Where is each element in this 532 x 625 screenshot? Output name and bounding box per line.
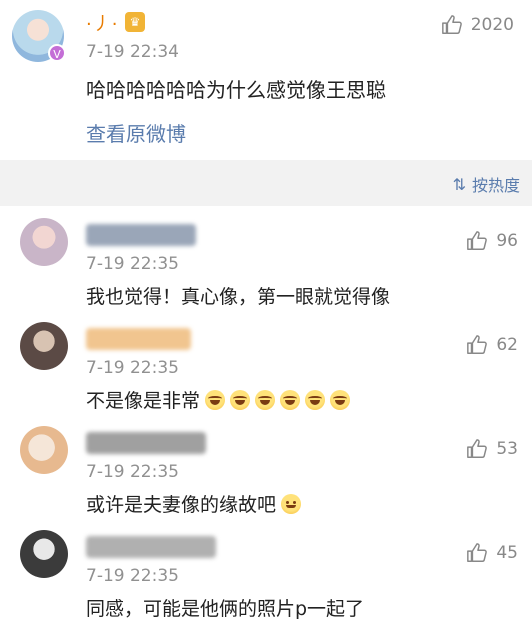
comment-like-button[interactable]: 45 — [466, 542, 518, 564]
laugh-emoji-icon — [255, 389, 276, 410]
comment-like-count: 45 — [496, 543, 518, 563]
blurred-username — [86, 536, 216, 558]
blurred-username — [86, 224, 196, 246]
laugh-emoji-icon — [205, 389, 226, 410]
laugh-emoji-icon — [305, 389, 326, 410]
comment-time: 7-19 22:35 — [86, 566, 179, 586]
comment-text-row: 或许是夫妻像的缘故吧 — [86, 490, 302, 517]
post-card: V ·丿· ♛ 7-19 22:34 2020 哈哈哈哈哈哈为什么感觉像王思聪 … — [0, 0, 532, 160]
comment-text: 不是像是非常 — [86, 390, 201, 412]
crown-icon: ♛ — [125, 12, 145, 32]
comment-time: 7-19 22:35 — [86, 462, 179, 482]
comment-like-count: 62 — [496, 335, 518, 355]
thumbs-up-icon — [467, 439, 488, 458]
comment-text: 同感，可能是他俩的照片p一起了 — [86, 598, 365, 620]
comment-like-count: 96 — [496, 231, 518, 251]
post-time: 7-19 22:34 — [86, 42, 179, 62]
comment-like-count: 53 — [496, 439, 518, 459]
post-text: 哈哈哈哈哈哈为什么感觉像王思聪 — [86, 78, 386, 102]
view-original-link[interactable]: 查看原微博 — [86, 118, 186, 147]
avatar[interactable] — [20, 530, 68, 578]
comment-like-button[interactable]: 53 — [466, 438, 518, 460]
blurred-username — [86, 328, 191, 350]
thumbs-up-icon — [441, 15, 462, 34]
comment-text: 我也觉得！真心像，第一眼就觉得像 — [86, 286, 391, 308]
comment-item: 7-19 22:35 45 同感，可能是他俩的照片p一起了 — [0, 524, 532, 624]
post-like-button[interactable]: 2020 — [441, 14, 514, 36]
comment-text: 或许是夫妻像的缘故吧 — [86, 494, 277, 516]
post-like-count: 2020 — [470, 15, 514, 35]
comment-item: 7-19 22:35 62 不是像是非常 — [0, 316, 532, 416]
comment-like-button[interactable]: 62 — [466, 334, 518, 356]
comment-like-button[interactable]: 96 — [466, 230, 518, 252]
smile-emoji-icon — [281, 493, 302, 514]
comment-text-row: 不是像是非常 — [86, 386, 351, 413]
thumbs-up-icon — [467, 335, 488, 354]
thumbs-up-icon — [467, 543, 488, 562]
avatar[interactable] — [20, 218, 68, 266]
laugh-emoji-icon — [230, 389, 251, 410]
blurred-username — [86, 432, 206, 454]
comment-item: 7-19 22:35 53 或许是夫妻像的缘故吧 — [0, 420, 532, 520]
comment-list: 7-19 22:35 96 我也觉得！真心像，第一眼就觉得像 7-19 22:3… — [0, 206, 532, 625]
comment-item: 7-19 22:35 96 我也觉得！真心像，第一眼就觉得像 — [0, 212, 532, 312]
laugh-emoji-icon — [330, 389, 351, 410]
comment-time: 7-19 22:35 — [86, 358, 179, 378]
avatar[interactable] — [20, 322, 68, 370]
sort-label: 按热度 — [471, 176, 520, 195]
sort-button[interactable]: ⇅ 按热度 — [453, 172, 520, 196]
comment-time: 7-19 22:35 — [86, 254, 179, 274]
sort-icon: ⇅ — [452, 174, 466, 194]
laugh-emoji-icon — [280, 389, 301, 410]
verified-v-badge-icon: V — [48, 44, 66, 62]
post-username[interactable]: ·丿· — [86, 10, 118, 36]
thumbs-up-icon — [467, 231, 488, 250]
avatar[interactable] — [20, 426, 68, 474]
